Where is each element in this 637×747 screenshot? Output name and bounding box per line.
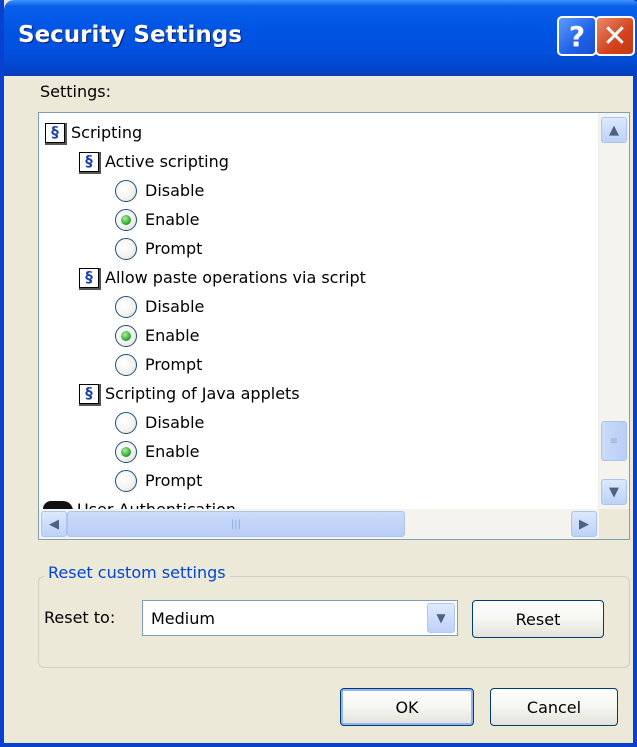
option-label: Prompt xyxy=(145,471,203,490)
radio-option-enable[interactable]: Enable xyxy=(115,205,200,234)
group-title: Reset custom settings xyxy=(44,563,230,582)
radio-option-prompt[interactable]: Prompt xyxy=(115,350,202,379)
dropdown-button[interactable]: ▼ xyxy=(427,603,455,633)
vertical-scroll-thumb[interactable]: ≡ xyxy=(601,421,627,461)
reset-to-label: Reset to: xyxy=(44,608,116,627)
category-label: Scripting xyxy=(71,123,143,142)
grip-icon: ||| xyxy=(230,518,242,530)
select-value: Medium xyxy=(151,609,215,628)
chevron-right-icon: ▶ xyxy=(579,516,589,532)
script-icon: § xyxy=(79,383,101,406)
vertical-scrollbar[interactable]: ▲ ≡ ▼ xyxy=(598,113,629,509)
chevron-up-icon: ▲ xyxy=(609,122,619,138)
radio-button[interactable] xyxy=(115,411,137,434)
radio-button[interactable] xyxy=(115,179,137,202)
settings-label: Settings: xyxy=(40,82,112,101)
radio-option-enable[interactable]: Enable xyxy=(115,321,200,350)
cancel-button[interactable]: Cancel xyxy=(490,688,618,726)
close-button[interactable]: ✕ xyxy=(595,16,635,56)
script-icon: § xyxy=(45,122,67,145)
option-label: Prompt xyxy=(145,239,203,258)
radio-button[interactable] xyxy=(115,237,137,260)
scroll-down-button[interactable]: ▼ xyxy=(601,479,627,505)
tree-category-scripting[interactable]: § Scripting xyxy=(45,118,142,147)
option-label: Disable xyxy=(145,413,205,432)
chevron-left-icon: ◀ xyxy=(49,516,59,532)
radio-option-disable[interactable]: Disable xyxy=(115,408,204,437)
scroll-up-button[interactable]: ▲ xyxy=(601,117,627,143)
ok-button[interactable]: OK xyxy=(340,688,474,726)
option-label: Prompt xyxy=(145,355,203,374)
option-label: Disable xyxy=(145,181,205,200)
radio-option-prompt[interactable]: Prompt xyxy=(115,234,202,263)
grip-icon: ≡ xyxy=(609,435,619,447)
option-label: Enable xyxy=(145,326,200,345)
scroll-right-button[interactable]: ▶ xyxy=(571,511,597,537)
tree-setting-active-scripting[interactable]: § Active scripting xyxy=(79,147,229,176)
user-authentication-icon xyxy=(43,500,73,509)
radio-option-disable[interactable]: Disable xyxy=(115,176,204,205)
reset-level-select[interactable]: Medium ▼ xyxy=(142,600,458,636)
horizontal-scrollbar[interactable]: ◀ ||| ▶ xyxy=(39,509,601,539)
setting-label: Allow paste operations via script xyxy=(105,268,366,287)
radio-button-selected[interactable] xyxy=(115,324,137,347)
option-label: Enable xyxy=(145,442,200,461)
script-icon: § xyxy=(79,267,101,290)
setting-label: Scripting of Java applets xyxy=(105,384,300,403)
tree-setting-allow-paste[interactable]: § Allow paste operations via script xyxy=(79,263,366,292)
settings-tree[interactable]: § Scripting § Active scripting Disable E… xyxy=(38,112,630,540)
radio-button-selected[interactable] xyxy=(115,208,137,231)
script-icon: § xyxy=(79,151,101,174)
radio-button[interactable] xyxy=(115,353,137,376)
option-label: Disable xyxy=(145,297,205,316)
reset-button[interactable]: Reset xyxy=(472,600,604,638)
scroll-left-button[interactable]: ◀ xyxy=(41,511,67,537)
chevron-down-icon: ▼ xyxy=(609,484,619,500)
option-label: Enable xyxy=(145,210,200,229)
radio-option-prompt[interactable]: Prompt xyxy=(115,466,202,495)
tree-setting-java-applets[interactable]: § Scripting of Java applets xyxy=(79,379,300,408)
radio-option-disable[interactable]: Disable xyxy=(115,292,204,321)
setting-label: Active scripting xyxy=(105,152,229,171)
title-bar[interactable]: Security Settings ? ✕ xyxy=(4,0,637,76)
chevron-down-icon: ▼ xyxy=(436,611,446,625)
category-label: User Authentication xyxy=(77,500,236,509)
help-button[interactable]: ? xyxy=(557,16,597,56)
close-icon: ✕ xyxy=(602,18,628,54)
window-title: Security Settings xyxy=(18,22,242,48)
radio-option-enable[interactable]: Enable xyxy=(115,437,200,466)
scrollbar-corner xyxy=(599,509,629,539)
radio-button[interactable] xyxy=(115,295,137,318)
tree-category-user-authentication[interactable]: User Authentication xyxy=(43,495,236,509)
radio-button[interactable] xyxy=(115,469,137,492)
radio-button-selected[interactable] xyxy=(115,440,137,463)
security-settings-dialog: Security Settings ? ✕ Settings: § Script… xyxy=(0,0,637,747)
help-icon: ? xyxy=(568,19,586,53)
tree-content: § Scripting § Active scripting Disable E… xyxy=(39,113,599,509)
horizontal-scroll-thumb[interactable]: ||| xyxy=(67,511,405,537)
